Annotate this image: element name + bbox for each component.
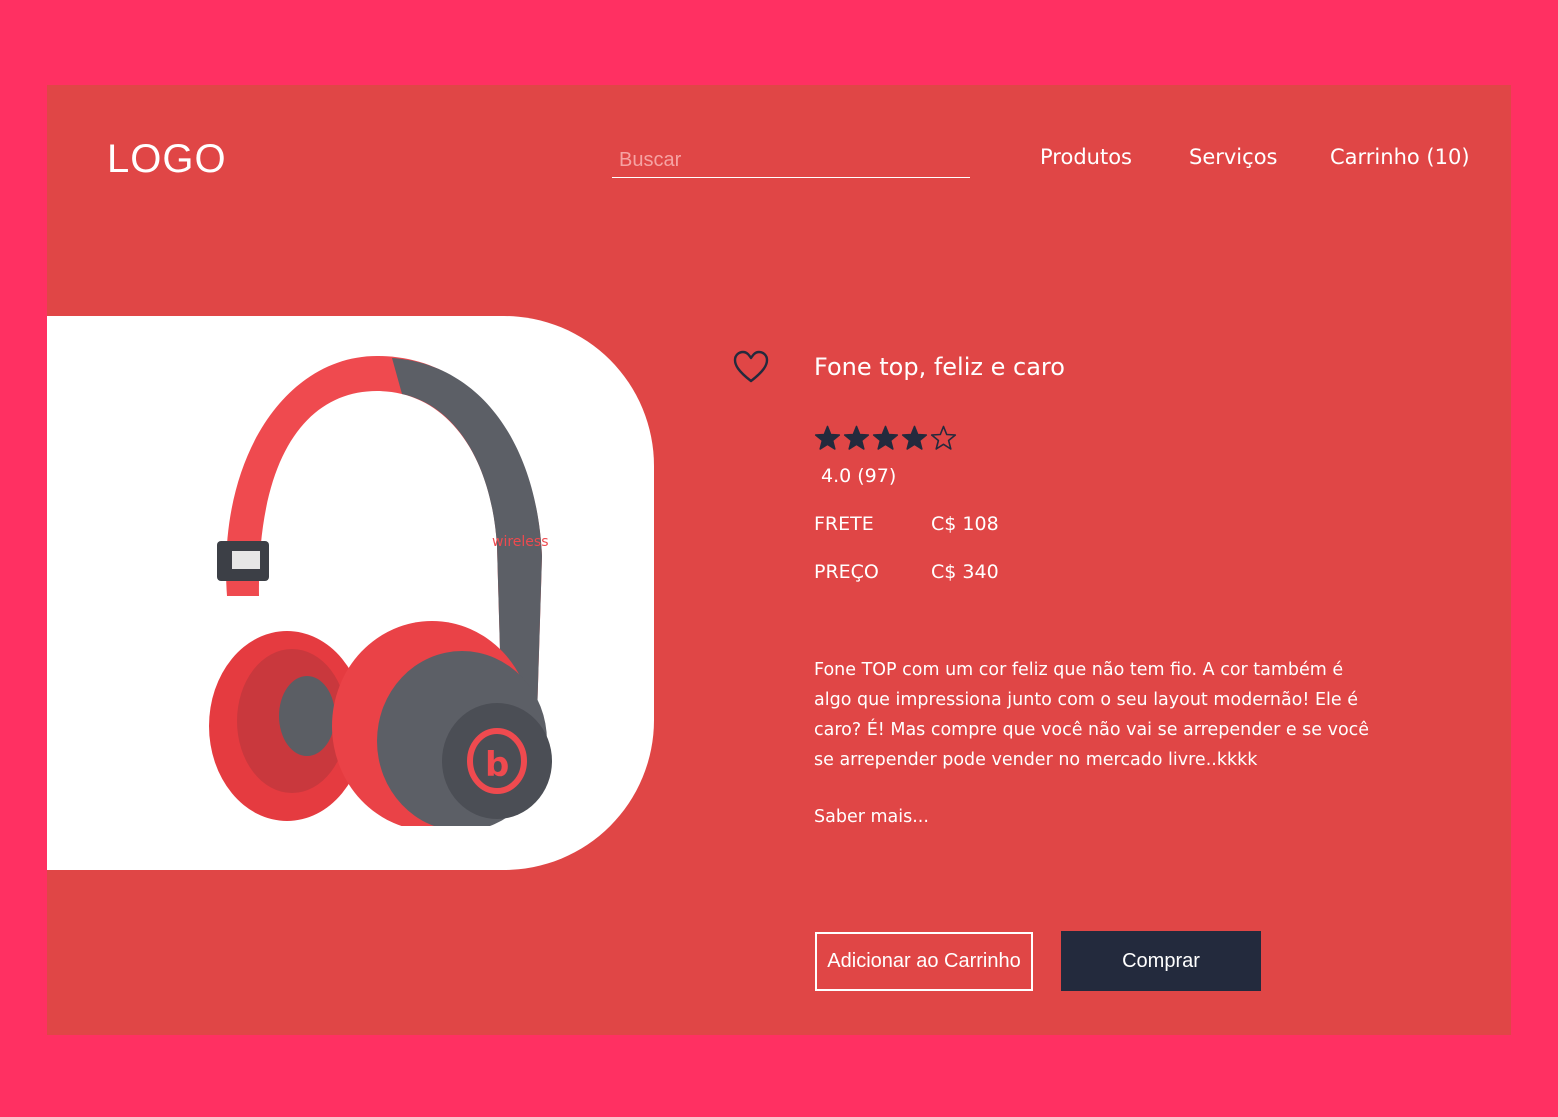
product-page-card: LOGO Produtos Serviços Carrinho (10) wir… — [47, 85, 1511, 1035]
rating-text: 4.0 (97) — [821, 465, 897, 487]
product-image-headphones: wireless b — [209, 356, 552, 826]
star-filled-icon — [814, 425, 841, 450]
product-image-panel: wireless b — [47, 316, 654, 870]
svg-text:b: b — [485, 745, 509, 785]
product-description: Fone TOP com um cor feliz que não tem fi… — [814, 660, 1370, 770]
nav-produtos[interactable]: Produtos — [1040, 145, 1132, 169]
frete-value: C$ 108 — [931, 513, 999, 535]
star-filled-icon — [843, 425, 870, 450]
star-filled-icon — [901, 425, 928, 450]
star-outline-icon — [930, 425, 957, 450]
nav-carrinho[interactable]: Carrinho (10) — [1330, 145, 1470, 169]
frete-label: FRETE — [814, 513, 874, 535]
rating-stars — [814, 425, 957, 451]
saber-mais-link[interactable]: Saber mais... — [814, 807, 929, 827]
add-to-cart-button[interactable]: Adicionar ao Carrinho — [815, 932, 1033, 991]
preco-label: PREÇO — [814, 561, 879, 583]
wireless-label: wireless — [492, 534, 549, 550]
preco-value: C$ 340 — [931, 561, 999, 583]
logo[interactable]: LOGO — [107, 137, 227, 182]
search-input[interactable] — [612, 143, 970, 177]
product-title: Fone top, feliz e caro — [814, 353, 1065, 381]
search-bar — [612, 143, 970, 178]
star-filled-icon — [872, 425, 899, 450]
buy-button[interactable]: Comprar — [1061, 931, 1261, 991]
nav-servicos[interactable]: Serviços — [1189, 145, 1277, 169]
favorite-heart-icon[interactable] — [733, 350, 769, 384]
